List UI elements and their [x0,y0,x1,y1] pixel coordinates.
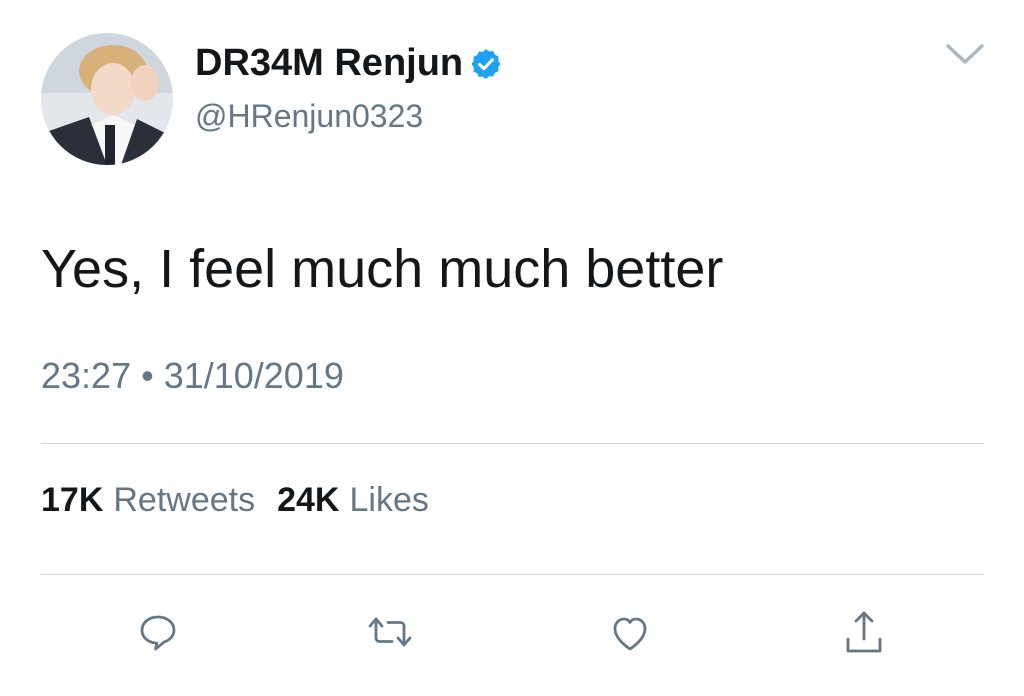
likes-count: 24K [277,481,340,519]
reply-button[interactable] [134,608,182,656]
avatar[interactable] [41,33,173,165]
reply-icon [140,615,176,651]
display-name[interactable]: DR34M Renjun [195,40,503,86]
tweet-timestamp[interactable]: 23:27 • 31/10/2019 [41,354,344,398]
retweets-stat[interactable]: 17K Retweets [41,478,255,522]
divider [41,443,984,444]
likes-stat[interactable]: 24K Likes [277,478,429,522]
verified-badge-icon [469,46,503,80]
avatar-photo [41,33,173,165]
retweet-button[interactable] [366,608,414,656]
likes-label: Likes [349,481,429,519]
tweet-text: Yes, I feel much much better [41,239,724,299]
user-handle[interactable]: @HRenjun0323 [195,96,423,136]
retweet-icon [368,617,412,647]
retweets-count: 17K [41,481,104,519]
heart-icon [613,617,647,651]
share-button[interactable] [840,608,888,656]
retweets-label: Retweets [113,481,256,519]
display-name-text: DR34M Renjun [195,42,464,84]
tweet-stats: 17K Retweets 24K Likes [41,478,429,522]
divider [41,574,984,575]
like-button[interactable] [606,608,654,656]
tweet-card: DR34M Renjun @HRenjun0323 Yes, I feel mu… [0,0,1024,696]
share-icon [846,611,882,653]
chevron-down-icon[interactable] [944,38,986,70]
